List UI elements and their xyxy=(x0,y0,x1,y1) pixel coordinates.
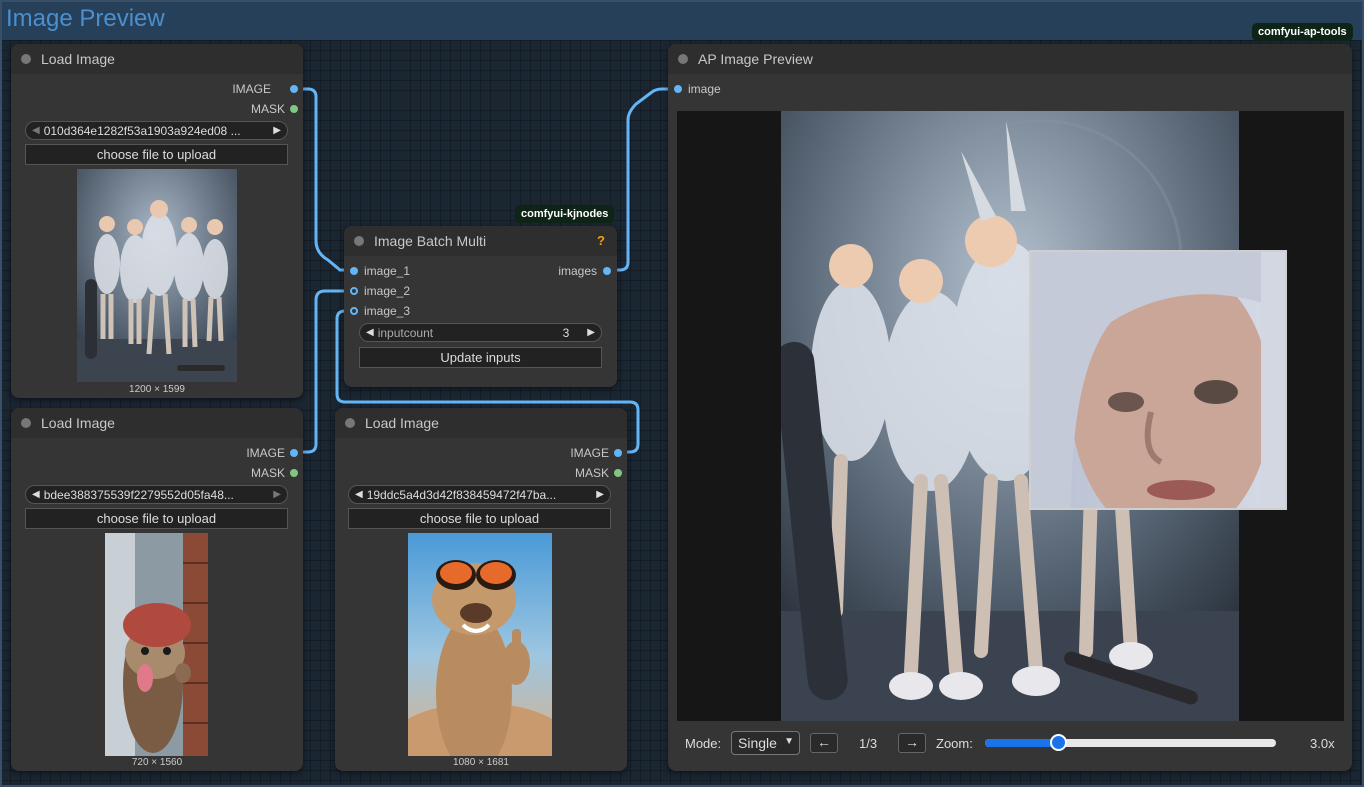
node-header[interactable]: AP Image Preview xyxy=(668,44,1352,74)
node-title: Load Image xyxy=(365,415,439,431)
output-mask-label: MASK xyxy=(250,102,285,116)
load-image-node-1[interactable]: Load Image IMAGE MASK ◀ 010d364e1282f53a… xyxy=(11,44,303,398)
input-image-slot[interactable] xyxy=(674,85,682,93)
load-image-node-2[interactable]: Load Image IMAGE MASK ◀ bdee388375539f22… xyxy=(11,408,303,771)
node-title: Image Batch Multi xyxy=(374,233,487,249)
preview-canvas[interactable] xyxy=(677,111,1344,721)
help-icon[interactable]: ? xyxy=(597,233,605,248)
output-mask-label: MASK xyxy=(250,466,285,480)
increment-arrow-icon[interactable]: ▶ xyxy=(587,327,595,338)
input-image-3-slot[interactable] xyxy=(350,307,358,315)
next-image-button[interactable]: → xyxy=(898,733,926,753)
prev-arrow-icon[interactable]: ◀ xyxy=(355,489,363,500)
decrement-arrow-icon[interactable]: ◀ xyxy=(366,327,374,338)
output-image-slot[interactable] xyxy=(290,85,298,93)
output-image-label: IMAGE xyxy=(570,446,609,460)
image-thumbnail xyxy=(408,533,552,756)
output-image-label: IMAGE xyxy=(232,82,271,96)
zoom-value: 3.0x xyxy=(1310,736,1335,751)
image-batch-multi-node[interactable]: Image Batch Multi ? image_1 image_2 imag… xyxy=(344,226,617,387)
node-header[interactable]: Load Image xyxy=(11,44,303,74)
group-titlebar[interactable]: Image Preview xyxy=(0,0,1364,40)
inputcount-value: 3 xyxy=(562,325,570,340)
ap-tools-badge: comfyui-ap-tools xyxy=(1252,23,1353,41)
inputcount-widget[interactable]: ◀ inputcount 3 ▶ xyxy=(359,323,602,342)
zoomed-face-image xyxy=(1031,252,1285,508)
skater-girls-image xyxy=(77,169,237,382)
prev-arrow-icon[interactable]: ◀ xyxy=(32,489,40,500)
next-arrow-icon[interactable]: ▶ xyxy=(273,489,281,500)
output-images-label: images xyxy=(558,264,597,278)
image-dimensions: 1200 × 1599 xyxy=(129,384,185,395)
node-header[interactable]: Load Image xyxy=(11,408,303,438)
collapse-dot-icon[interactable] xyxy=(678,54,688,64)
mode-select-value: Single xyxy=(738,735,777,751)
input-image-2-slot[interactable] xyxy=(350,287,358,295)
output-images-slot[interactable] xyxy=(603,267,611,275)
image-file-combo[interactable]: ◀ bdee388375539f2279552d05fa48... ▶ xyxy=(25,485,288,504)
input-image-3-label: image_3 xyxy=(364,304,411,318)
squirrel-image xyxy=(105,533,208,756)
image-file-combo[interactable]: ◀ 19ddc5a4d3d42f838459472f47ba... ▶ xyxy=(348,485,611,504)
node-title: Load Image xyxy=(41,415,115,431)
image-file-value: 010d364e1282f53a1903a924ed08 ... xyxy=(43,123,241,138)
collapse-dot-icon[interactable] xyxy=(345,418,355,428)
output-mask-slot[interactable] xyxy=(290,469,298,477)
prev-arrow-icon[interactable]: ◀ xyxy=(32,125,40,136)
page-indicator: 1/3 xyxy=(859,736,878,751)
zoom-slider-thumb[interactable] xyxy=(1050,734,1067,751)
ap-image-preview-node[interactable]: AP Image Preview image Mode: Single ▼ ← … xyxy=(668,44,1352,771)
load-image-node-3[interactable]: Load Image IMAGE MASK ◀ 19ddc5a4d3d42f83… xyxy=(335,408,627,771)
prev-image-button[interactable]: ← xyxy=(810,733,838,753)
group-title: Image Preview xyxy=(6,5,165,32)
input-image-2-label: image_2 xyxy=(364,284,411,298)
image-thumbnail xyxy=(77,169,237,382)
node-header[interactable]: Load Image xyxy=(335,408,627,438)
output-mask-slot[interactable] xyxy=(290,105,298,113)
inputcount-label: inputcount xyxy=(377,325,434,340)
collapse-dot-icon[interactable] xyxy=(21,418,31,428)
node-title: Load Image xyxy=(41,51,115,67)
upload-button[interactable]: choose file to upload xyxy=(25,144,288,165)
image-dimensions: 720 × 1560 xyxy=(131,757,183,768)
mode-select[interactable]: Single ▼ xyxy=(731,731,800,755)
next-arrow-icon[interactable]: ▶ xyxy=(273,125,281,136)
upload-button[interactable]: choose file to upload xyxy=(348,508,611,529)
image-dimensions: 1080 × 1681 xyxy=(453,757,509,768)
input-image-1-slot[interactable] xyxy=(350,267,358,275)
input-image-1-label: image_1 xyxy=(364,264,411,278)
node-header[interactable]: Image Batch Multi ? xyxy=(344,226,617,256)
zoom-slider-fill xyxy=(985,739,1058,747)
chevron-down-icon: ▼ xyxy=(784,736,794,747)
image-file-value: 19ddc5a4d3d42f838459472f47ba... xyxy=(366,487,557,502)
collapse-dot-icon[interactable] xyxy=(21,54,31,64)
upload-button[interactable]: choose file to upload xyxy=(25,508,288,529)
mode-label: Mode: xyxy=(685,736,722,751)
output-image-label: IMAGE xyxy=(246,446,285,460)
next-arrow-icon[interactable]: ▶ xyxy=(596,489,604,500)
output-mask-slot[interactable] xyxy=(614,469,622,477)
meerkat-image xyxy=(408,533,552,756)
output-mask-label: MASK xyxy=(574,466,609,480)
output-image-slot[interactable] xyxy=(614,449,622,457)
output-image-slot[interactable] xyxy=(290,449,298,457)
collapse-dot-icon[interactable] xyxy=(354,236,364,246)
image-file-combo[interactable]: ◀ 010d364e1282f53a1903a924ed08 ... ▶ xyxy=(25,121,288,140)
zoom-loupe xyxy=(1029,250,1287,510)
image-file-value: bdee388375539f2279552d05fa48... xyxy=(43,487,234,502)
input-image-label: image xyxy=(688,82,721,96)
update-inputs-button[interactable]: Update inputs xyxy=(359,347,602,368)
zoom-slider[interactable] xyxy=(985,734,1276,751)
image-thumbnail xyxy=(105,533,208,756)
zoom-label: Zoom: xyxy=(936,736,973,751)
node-title: AP Image Preview xyxy=(698,51,813,67)
kjnodes-badge: comfyui-kjnodes xyxy=(515,205,615,223)
